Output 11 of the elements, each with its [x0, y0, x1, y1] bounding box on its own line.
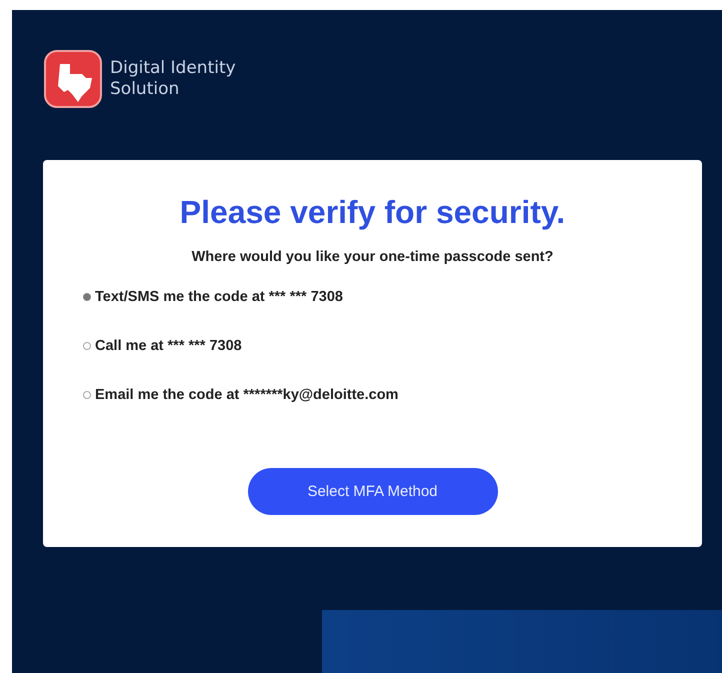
- logo-icon: [44, 50, 102, 108]
- brand-name: Digital Identity Solution: [110, 58, 237, 100]
- option-label[interactable]: Text/SMS me the code at *** *** 7308: [95, 289, 343, 305]
- radio-button[interactable]: [83, 342, 91, 350]
- radio-button[interactable]: [83, 293, 91, 301]
- question-text: Where would you like your one-time passcode sent?: [192, 249, 554, 265]
- option-label[interactable]: Email me the code at *******ky@deloitte.com: [95, 387, 398, 403]
- card-title: Please verify for security.: [180, 194, 566, 231]
- option-label[interactable]: Call me at *** *** 7308: [95, 338, 242, 354]
- select-method-button[interactable]: Select MFA Method: [248, 468, 498, 515]
- radio-button[interactable]: [83, 391, 91, 399]
